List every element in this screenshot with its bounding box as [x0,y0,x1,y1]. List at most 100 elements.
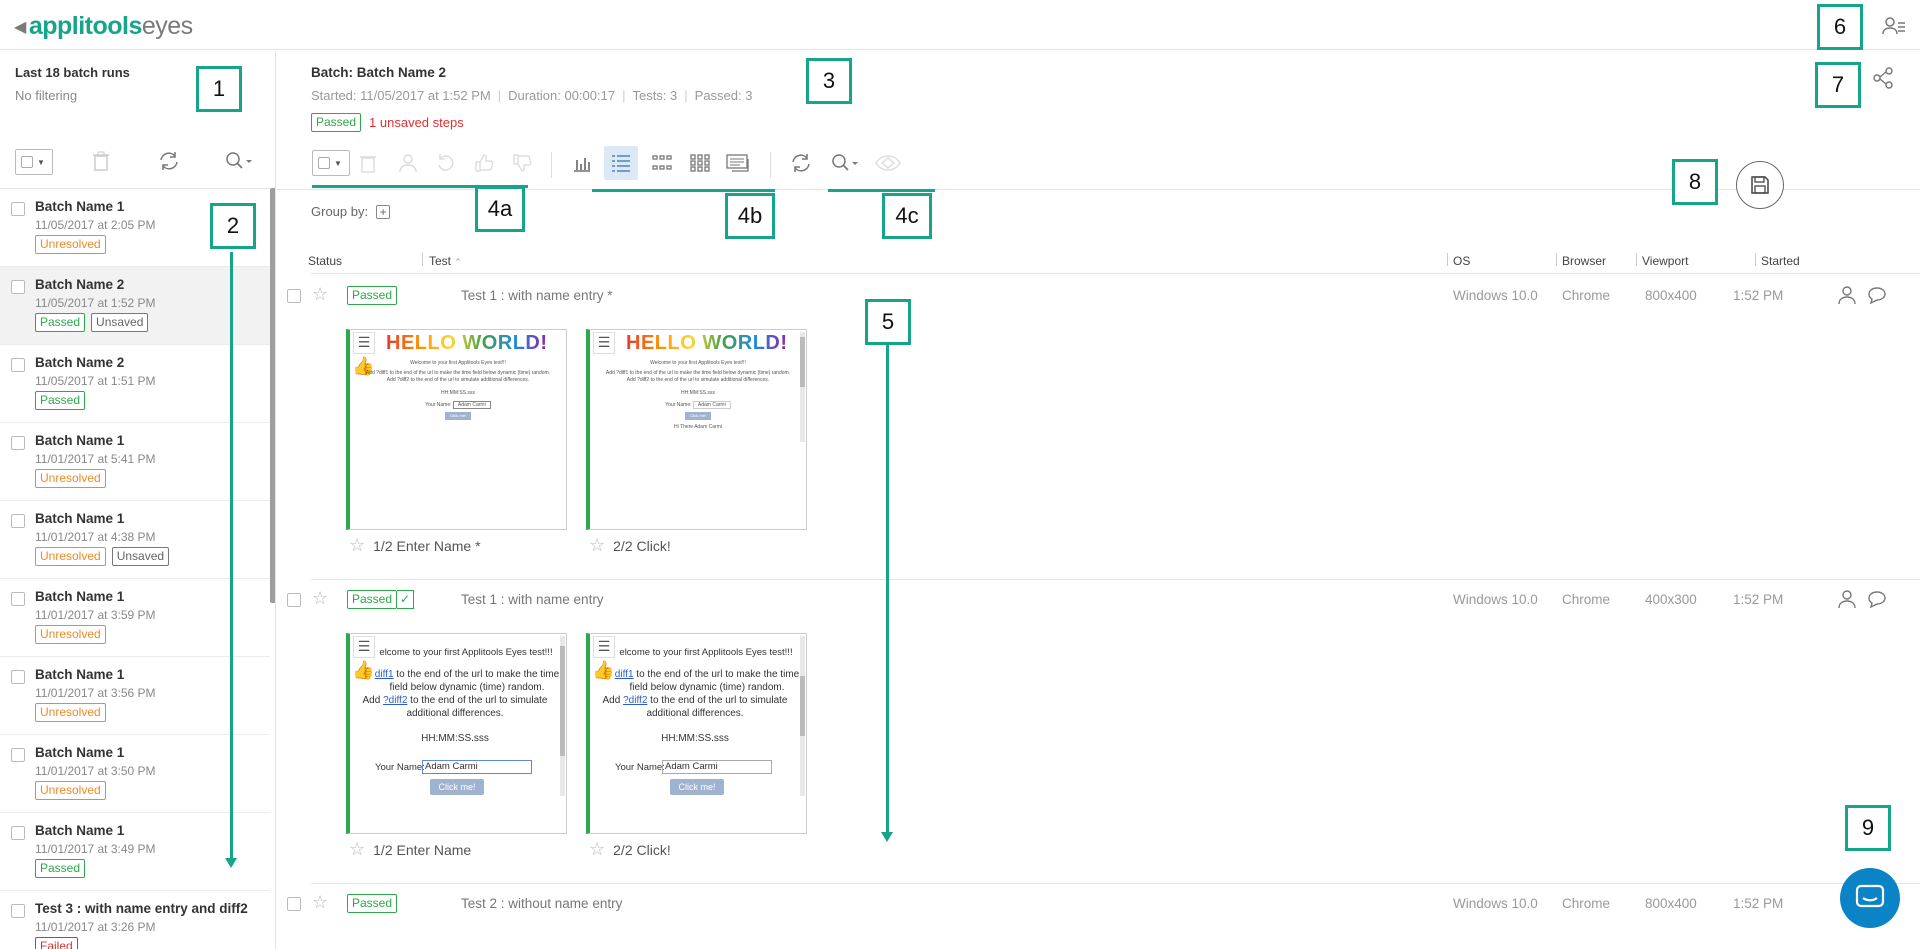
save-icon [1751,176,1769,194]
comment-icon[interactable] [1867,589,1887,612]
test-row: ☆ Passed Test 1 : with name entry * Wind… [277,283,1920,588]
step-label[interactable]: ☆ 1/2 Enter Name [349,839,471,860]
batch-checkbox[interactable] [11,826,25,840]
test-browser: Chrome [1562,896,1611,911]
step-label[interactable]: ☆ 1/2 Enter Name * [349,535,481,556]
thumbnail-scrollbar[interactable] [800,332,805,442]
user-menu-icon[interactable] [1882,14,1906,38]
step-thumbnail[interactable]: ☰ HELLO WORLD! Welcome to your first App… [586,329,807,530]
test-checkbox[interactable] [287,593,301,607]
grid-view-icon[interactable] [645,146,679,180]
col-browser[interactable]: Browser [1562,254,1606,268]
menu-icon[interactable]: ☰ [593,332,615,354]
test-checkbox[interactable] [287,289,301,303]
add-group-button[interactable]: + [376,204,391,219]
col-viewport[interactable]: Viewport [1642,254,1688,268]
checkmark-icon: ✓ [397,590,415,609]
share-icon[interactable] [1872,67,1894,89]
step-thumbnail[interactable]: ☰ 👍 elcome to your first Applitools Eyes… [346,633,567,834]
search-icon[interactable] [225,151,255,176]
test-browser: Chrome [1562,592,1611,607]
batch-checkbox[interactable] [11,280,25,294]
applitools-logo[interactable]: ◀ applitoolseyes [14,12,193,41]
col-status[interactable]: Status [308,254,342,268]
batch-checkbox[interactable] [11,748,25,762]
step-label[interactable]: ☆ 2/2 Click! [589,535,671,556]
comment-icon[interactable] [1867,285,1887,308]
col-started[interactable]: Started [1761,254,1800,268]
test-viewport: 800x400 [1645,288,1697,303]
details-view-icon[interactable] [721,146,755,180]
step-thumbnail[interactable]: ☰ 👍 elcome to your first Applitools Eyes… [586,633,807,834]
status-badge: Passed [35,859,86,878]
star-icon[interactable]: ☆ [589,535,605,556]
list-view-icon[interactable] [604,146,638,180]
small-grid-view-icon[interactable] [683,146,717,180]
refresh-icon[interactable] [784,146,818,180]
batch-checkbox[interactable] [11,436,25,450]
hide-diffs-icon[interactable] [871,146,905,180]
group-by: Group by: + [311,204,391,219]
thumbs-up-icon[interactable] [467,146,501,180]
search-icon[interactable] [826,146,866,180]
batch-checkbox[interactable] [11,358,25,372]
thumbnail-scrollbar[interactable] [800,636,805,796]
annotation-7: 7 [1815,62,1861,108]
batch-checkbox[interactable] [11,904,25,918]
chevron-down-icon: ▼ [334,158,342,168]
select-all-checkbox[interactable]: ▼ [15,149,53,175]
star-icon[interactable]: ☆ [312,892,328,913]
star-icon[interactable]: ☆ [349,839,365,860]
test-started: 1:52 PM [1733,896,1784,911]
annotation-1: 1 [196,66,242,112]
star-icon[interactable]: ☆ [312,284,328,305]
sort-asc-icon: ⌃ [454,257,462,267]
sidebar-scrollbar[interactable] [270,188,275,603]
test-name[interactable]: Test 2 : without name entry [461,896,622,911]
menu-icon[interactable]: ☰ [353,332,375,354]
chat-support-button[interactable] [1840,868,1900,928]
thumbs-up-icon[interactable]: 👍 [352,660,374,681]
col-test[interactable]: Test ⌃ [429,254,462,268]
test-name[interactable]: Test 1 : with name entry * [461,288,613,303]
col-os[interactable]: OS [1453,254,1470,268]
refresh-icon[interactable] [158,151,180,176]
chevron-down-icon: ▼ [37,157,45,167]
delete-icon[interactable] [93,151,109,176]
batch-checkbox[interactable] [11,202,25,216]
thumbnail-scrollbar[interactable] [560,636,565,796]
annotation-4c: 4c [882,193,932,239]
star-icon[interactable]: ☆ [312,588,328,609]
assign-user-icon[interactable] [1837,589,1857,612]
star-icon[interactable]: ☆ [349,535,365,556]
thumbs-up-icon[interactable]: 👍 [592,660,614,681]
annotation-4b-underline [592,189,775,192]
assign-user-icon[interactable] [391,146,425,180]
batch-list-item[interactable]: Test 3 : with name entry and diff2 11/01/… [0,891,270,949]
assign-user-icon[interactable] [1837,285,1857,308]
test-name[interactable]: Test 1 : with name entry [461,592,604,607]
status-badge: Unresolved [35,547,106,566]
batch-title: Batch: Batch Name 2 [311,65,447,80]
batch-tests: Tests: 3 [632,88,678,103]
test-viewport: 400x300 [1645,592,1697,607]
batch-checkbox[interactable] [11,670,25,684]
batch-checkbox[interactable] [11,592,25,606]
revert-icon[interactable] [429,146,463,180]
step-thumbnail[interactable]: ☰ 👍 HELLO WORLD! Welcome to your first A… [346,329,567,530]
test-checkbox[interactable] [287,897,301,911]
bar-chart-view-icon[interactable] [565,146,599,180]
top-bar: ◀ applitoolseyes [0,0,1920,50]
star-icon[interactable]: ☆ [589,839,605,860]
test-browser: Chrome [1562,288,1611,303]
logo-arrow-icon: ◀ [14,19,26,36]
delete-icon[interactable] [351,146,385,180]
thumbs-down-icon[interactable] [505,146,539,180]
select-tests-checkbox[interactable]: ▼ [311,146,351,180]
batch-checkbox[interactable] [11,514,25,528]
save-button[interactable] [1736,161,1784,209]
test-status-badge: Passed [347,590,398,609]
status-badge: Passed [35,391,86,410]
step-label[interactable]: ☆ 2/2 Click! [589,839,671,860]
batch-date: 11/01/2017 at 3:26 PM [35,920,156,934]
